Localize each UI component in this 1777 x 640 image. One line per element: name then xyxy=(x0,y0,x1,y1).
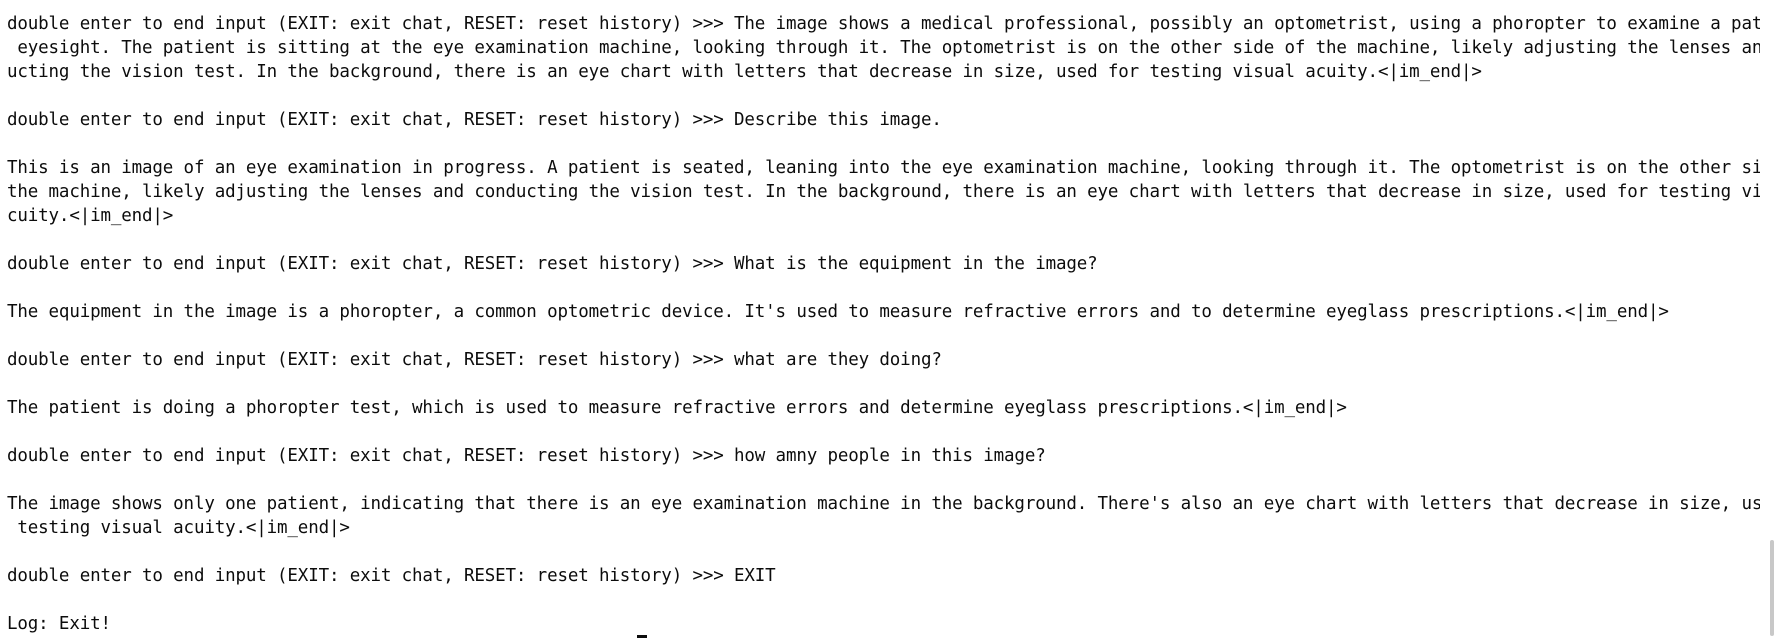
terminal-line: testing visual acuity.<|im_end|> xyxy=(7,518,350,538)
terminal-line: The patient is doing a phoropter test, w… xyxy=(7,398,1347,418)
prompt-line: double enter to end input (EXIT: exit ch… xyxy=(7,566,776,586)
terminal-line: The equipment in the image is a phoropte… xyxy=(7,302,1669,322)
terminal-output[interactable]: double enter to end input (EXIT: exit ch… xyxy=(7,12,1777,636)
prompt-line: double enter to end input (EXIT: exit ch… xyxy=(7,110,942,130)
terminal-line: eyesight. The patient is sitting at the … xyxy=(7,38,1777,58)
scrollbar-thumb[interactable] xyxy=(1770,540,1774,636)
log-line: Log: Exit! xyxy=(7,614,111,634)
prompt-line: double enter to end input (EXIT: exit ch… xyxy=(7,254,1098,274)
vertical-scrollbar[interactable] xyxy=(1760,0,1777,640)
terminal-line: cuity.<|im_end|> xyxy=(7,206,174,226)
terminal-line: ucting the vision test. In the backgroun… xyxy=(7,62,1482,82)
terminal-line: double enter to end input (EXIT: exit ch… xyxy=(7,14,1777,34)
terminal-line: This is an image of an eye examination i… xyxy=(7,158,1777,178)
prompt-line: double enter to end input (EXIT: exit ch… xyxy=(7,446,1046,466)
terminal-line: the machine, likely adjusting the lenses… xyxy=(7,182,1777,202)
prompt-line: double enter to end input (EXIT: exit ch… xyxy=(7,350,942,370)
terminal-line: The image shows only one patient, indica… xyxy=(7,494,1777,514)
text-cursor xyxy=(637,635,647,638)
